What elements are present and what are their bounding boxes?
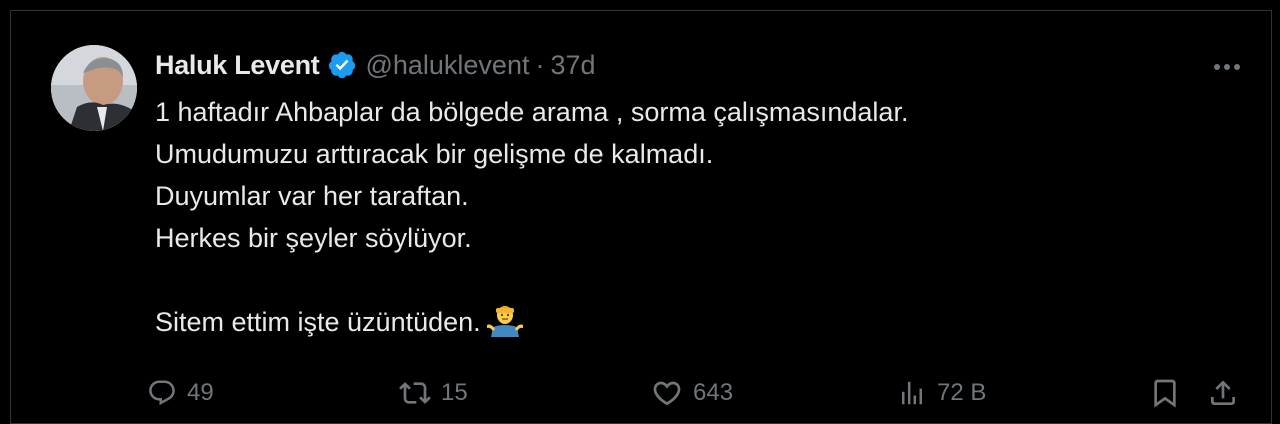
share-button[interactable] [1207,369,1239,417]
reply-icon [149,380,175,406]
tweet-actions-bar: 49 15 643 72 B [11,369,1273,417]
reply-button[interactable]: 49 [147,369,214,417]
retweet-icon [399,382,431,404]
tweet-line: Herkes bir şeyler söylüyor. [155,223,472,253]
retweet-count: 15 [441,379,468,406]
tweet-text: 1 haftadır Ahbaplar da bölgede arama , s… [155,91,1205,343]
tweet-line: 1 haftadır Ahbaplar da bölgede arama , s… [155,97,909,127]
tweet-line-text: Sitem ettim işte üzüntüden. [155,307,481,337]
author-display-name[interactable]: Haluk Levent [155,50,320,81]
views-chart-icon [902,381,922,405]
like-button[interactable]: 643 [651,369,733,417]
tweet-line-last: Sitem ettim işte üzüntüden. [155,301,1205,343]
avatar-image [51,45,137,131]
tweet-line: Duyumlar var her taraftan. [155,181,469,211]
tweet-line: Umudumuzu arttıracak bir gelişme de kalm… [155,139,714,169]
tweet-timestamp[interactable]: 37d [550,50,595,81]
reply-count: 49 [187,379,214,406]
tweet-card[interactable]: Haluk Levent @haluklevent · 37d 1 haftad… [10,10,1272,424]
retweet-button[interactable]: 15 [399,369,468,417]
bookmark-icon [1154,379,1176,408]
bookmark-button[interactable] [1149,369,1181,417]
views-button[interactable]: 72 B [897,369,986,417]
heart-icon [653,381,681,406]
separator-dot: · [535,49,545,80]
avatar[interactable] [51,45,137,131]
verified-badge-icon[interactable] [327,50,357,80]
like-count: 643 [693,379,734,406]
more-options-icon[interactable] [1209,55,1245,79]
author-handle[interactable]: @haluklevent [365,50,529,81]
views-count: 72 B [937,379,987,406]
person-shrugging-emoji-icon [486,303,523,349]
author-row: Haluk Levent @haluklevent · 37d [155,47,596,83]
share-icon [1211,380,1235,405]
screenshot-frame: Haluk Levent @haluklevent · 37d 1 haftad… [0,0,1280,424]
